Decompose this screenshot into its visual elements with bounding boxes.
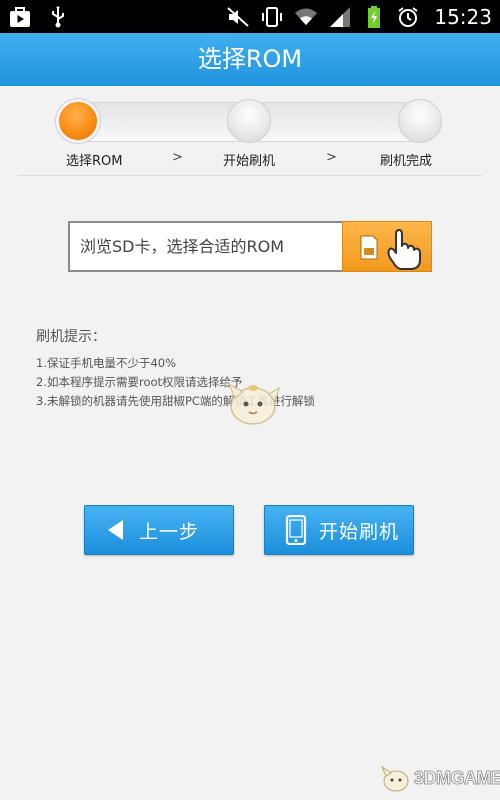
browse-sd-field[interactable]: 浏览SD卡，选择合适的ROM [68, 221, 432, 272]
browse-sd-button[interactable] [342, 221, 432, 272]
back-arrow-icon [108, 520, 123, 540]
vibrate-icon [260, 5, 284, 29]
watermark: 3DMGAME [380, 764, 500, 796]
start-flash-button-label: 开始刷机 [319, 520, 400, 543]
back-button[interactable]: 上一步 [84, 505, 234, 555]
step-separator: > [326, 150, 337, 165]
status-bar: 15:23 [0, 0, 500, 33]
step-label-flash-complete: 刷机完成 [380, 154, 433, 169]
battery-charging-icon [362, 5, 386, 29]
sd-card-hand-icon [360, 229, 421, 270]
browse-sd-text: 浏览SD卡，选择合适的ROM [80, 237, 284, 256]
tip-item: 1.保证手机电量不少于40% [36, 356, 177, 370]
step-progress: 选择ROM > 开始刷机 > 刷机完成 [0, 86, 500, 178]
mascot-logo-icon [380, 765, 409, 792]
divider [18, 175, 482, 176]
start-flash-button[interactable]: 开始刷机 [264, 505, 414, 555]
mute-icon [226, 5, 250, 29]
step-label-start-flash: 开始刷机 [223, 154, 276, 169]
wifi-icon [294, 5, 318, 29]
back-button-label: 上一步 [139, 520, 200, 543]
step-dot-start-flash [227, 99, 271, 143]
page-title: 选择ROM [0, 33, 500, 86]
mascot-watermark-icon [227, 382, 280, 425]
phone-icon [285, 515, 307, 545]
usb-icon [46, 5, 70, 29]
step-label-select-rom: 选择ROM [66, 154, 123, 169]
step-separator: > [172, 150, 183, 165]
watermark-text: 3DMGAME [414, 768, 500, 789]
tips-title: 刷机提示： [36, 329, 106, 345]
signal-icon [328, 5, 352, 29]
alarm-icon [396, 5, 420, 29]
play-store-icon [8, 5, 32, 29]
step-dot-flash-complete [398, 99, 442, 143]
clock-time: 15:23 [434, 5, 492, 29]
step-dot-select-rom [56, 99, 100, 143]
